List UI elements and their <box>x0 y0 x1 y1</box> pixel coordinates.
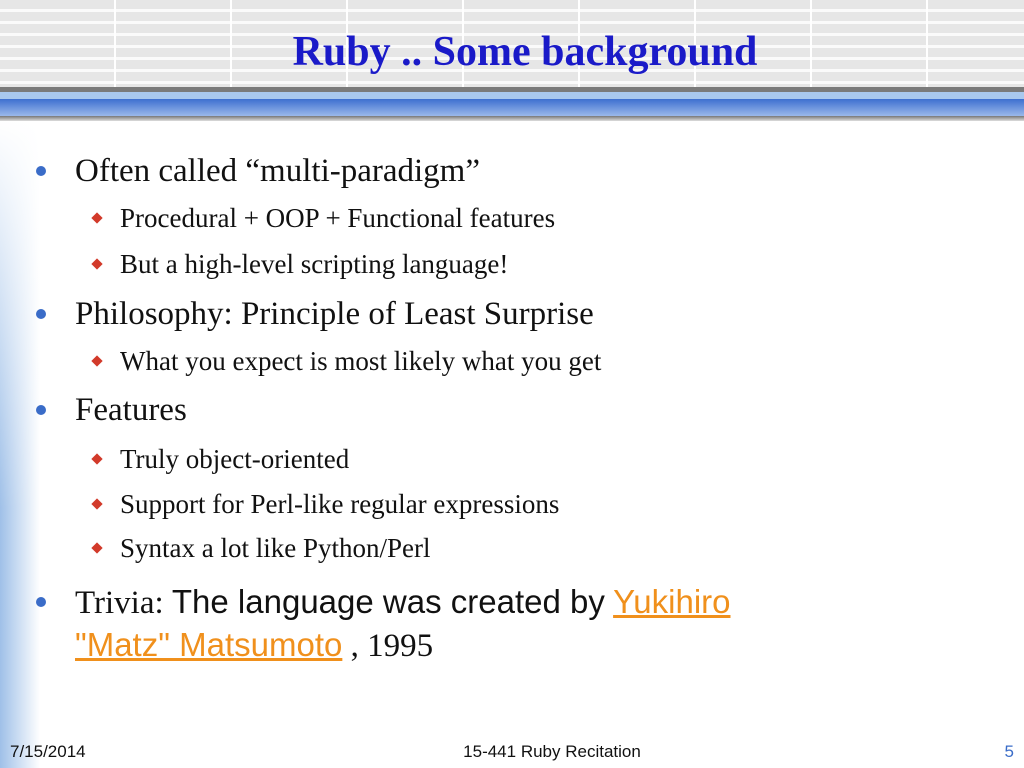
bullet-text: Procedural + OOP + Functional features <box>120 203 556 233</box>
trivia-label: Trivia: <box>75 585 164 621</box>
bullet-text: Often called “multi-paradigm” <box>75 153 480 189</box>
diamond-bullet-icon <box>91 453 103 465</box>
sub-bullet-item: Truly object-oriented <box>91 444 350 475</box>
sub-bullet-item: Support for Perl-like regular expression… <box>91 489 560 520</box>
diamond-bullet-icon <box>91 258 103 270</box>
header-band <box>0 92 1024 99</box>
left-gradient-fade <box>0 120 40 768</box>
bullet-text: Syntax a lot like Python/Perl <box>120 533 431 563</box>
bullet-text: Features <box>75 392 187 428</box>
diamond-bullet-icon <box>91 498 103 510</box>
bullet-dot-icon <box>36 597 46 607</box>
sub-bullet-item: Syntax a lot like Python/Perl <box>91 533 431 564</box>
bullet-dot-icon <box>36 404 46 415</box>
sub-bullet-item: What you expect is most likely what you … <box>91 346 602 377</box>
sub-bullet-item: But a high-level scripting language! <box>91 249 509 280</box>
bullet-item: Features <box>36 392 187 429</box>
header-band <box>0 99 1024 116</box>
diamond-bullet-icon <box>91 212 103 224</box>
bullet-text: What you expect is most likely what you … <box>120 346 602 376</box>
bullet-dot-icon <box>36 308 46 319</box>
slide-number: 5 <box>1004 742 1014 761</box>
bullet-text: Truly object-oriented <box>120 444 350 474</box>
trivia-text: The language was created by <box>171 583 605 620</box>
footer-title: 15-441 Ruby Recitation <box>463 742 641 761</box>
bullet-text: But a high-level scripting language! <box>120 249 509 279</box>
matz-link[interactable]: Yukihiro <box>613 583 730 620</box>
bullet-item: Philosophy: Principle of Least Surprise <box>36 296 594 333</box>
trivia-bullet: Trivia: The language was created by Yuki… <box>36 581 731 667</box>
bullet-text: Support for Perl-like regular expression… <box>120 489 560 519</box>
trivia-year: , 1995 <box>350 628 434 664</box>
sub-bullet-item: Procedural + OOP + Functional features <box>91 203 556 234</box>
matz-link[interactable]: "Matz" Matsumoto <box>75 626 342 663</box>
bullet-item: Often called “multi-paradigm” <box>36 153 480 190</box>
diamond-bullet-icon <box>91 355 103 367</box>
bullet-dot-icon <box>36 165 46 176</box>
slide-title: Ruby .. Some background <box>292 29 758 75</box>
header-band <box>0 116 1024 121</box>
bullet-text: Philosophy: Principle of Least Surprise <box>75 296 594 332</box>
diamond-bullet-icon <box>91 542 103 554</box>
